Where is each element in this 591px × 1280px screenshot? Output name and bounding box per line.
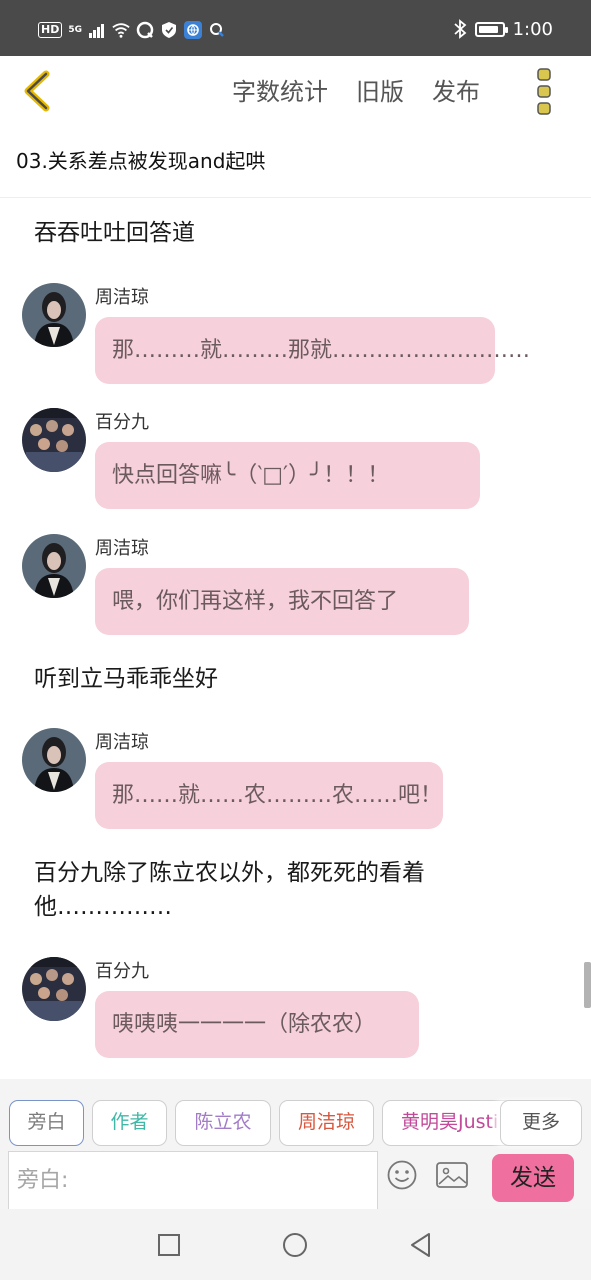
narration-text[interactable]: 百分九除了陈立农以外，都死死的看着他…………… xyxy=(34,856,504,924)
chat-message[interactable]: 周洁琼 那………就………那就……………………… xyxy=(20,283,580,385)
role-chip-narrator[interactable]: 旁白 xyxy=(9,1100,84,1146)
app-notification-icon xyxy=(136,21,154,39)
message-bubble[interactable]: 那……就……农………农……吧！ xyxy=(95,762,443,829)
image-icon[interactable] xyxy=(435,1159,469,1191)
role-chip-chen-linong[interactable]: 陈立农 xyxy=(175,1100,271,1146)
message-bubble[interactable]: 喂，你们再这样，我不回答了 xyxy=(95,568,469,635)
publish-button[interactable]: 发布 xyxy=(432,72,480,107)
editor-toolbar: 字数统计 旧版 发布 xyxy=(0,56,591,128)
sender-name: 周洁琼 xyxy=(95,287,149,308)
narration-text[interactable]: 听到立马乖乖坐好 xyxy=(34,662,504,696)
bluetooth-icon xyxy=(453,19,466,39)
more-options-icon[interactable] xyxy=(530,68,558,116)
home-circle-icon[interactable] xyxy=(281,1231,309,1259)
avatar[interactable] xyxy=(22,283,86,347)
sender-name: 周洁琼 xyxy=(95,732,149,753)
word-count-button[interactable]: 字数统计 xyxy=(232,72,328,107)
narration-text[interactable]: 吞吞吐吐回答道 xyxy=(34,216,504,250)
role-chip-zhou-jieqiong[interactable]: 周洁琼 xyxy=(279,1100,374,1146)
divider xyxy=(0,197,591,198)
avatar[interactable] xyxy=(22,957,86,1021)
toolbar-actions: 字数统计 旧版 发布 xyxy=(232,72,480,107)
role-chip-author[interactable]: 作者 xyxy=(92,1100,167,1146)
signal-label: 5G xyxy=(68,24,82,35)
signal-bars-icon xyxy=(89,24,104,38)
chat-message[interactable]: 周洁琼 喂，你们再这样，我不回答了 xyxy=(20,534,580,636)
system-nav-bar xyxy=(0,1209,591,1280)
browser-icon xyxy=(184,21,202,39)
recents-square-icon[interactable] xyxy=(155,1231,183,1259)
sender-name: 周洁琼 xyxy=(95,538,149,559)
wifi-icon xyxy=(112,23,130,38)
message-bubble[interactable]: 快点回答嘛╰（‵□′）╯！！！ xyxy=(95,442,480,509)
clock: 1:00 xyxy=(512,18,553,40)
shield-icon xyxy=(162,22,176,38)
sender-name: 百分九 xyxy=(95,412,149,433)
compose-bar: 旁白: 发送 xyxy=(0,1149,591,1209)
message-input[interactable]: 旁白: xyxy=(8,1151,378,1209)
battery-level xyxy=(478,25,498,33)
chat-message[interactable]: 百分九 咦咦咦一一一一（除农农） xyxy=(20,957,580,1059)
avatar[interactable] xyxy=(22,728,86,792)
send-button[interactable]: 发送 xyxy=(492,1154,574,1202)
sender-name: 百分九 xyxy=(95,961,149,982)
old-version-button[interactable]: 旧版 xyxy=(356,72,404,107)
role-selector: 旁白 作者 陈立农 周洁琼 黄明昊Justin 更多 xyxy=(0,1079,591,1149)
status-bar: HD 5G 1:00 xyxy=(0,0,591,56)
avatar[interactable] xyxy=(22,408,86,472)
status-right-icons: 1:00 xyxy=(453,16,553,42)
scrollbar-thumb[interactable] xyxy=(584,962,591,1008)
message-bubble[interactable]: 那………就………那就……………………… xyxy=(95,317,530,384)
emoji-icon[interactable] xyxy=(386,1159,418,1191)
search-app-icon xyxy=(210,23,224,37)
status-left-icons: HD 5G xyxy=(38,18,226,42)
chat-message[interactable]: 百分九 快点回答嘛╰（‵□′）╯！！！ xyxy=(20,408,580,510)
back-arrow-icon[interactable] xyxy=(18,68,58,114)
avatar[interactable] xyxy=(22,534,86,598)
chapter-title[interactable]: 03.关系差点被发现and起哄 xyxy=(16,145,265,174)
back-triangle-icon[interactable] xyxy=(407,1231,435,1259)
hd-badge: HD xyxy=(38,22,63,38)
message-bubble[interactable]: 咦咦咦一一一一（除农农） xyxy=(95,991,419,1058)
more-roles-button[interactable]: 更多 xyxy=(500,1100,582,1146)
battery-icon xyxy=(474,21,508,37)
chat-message[interactable]: 周洁琼 那……就……农………农……吧！ xyxy=(20,728,580,830)
